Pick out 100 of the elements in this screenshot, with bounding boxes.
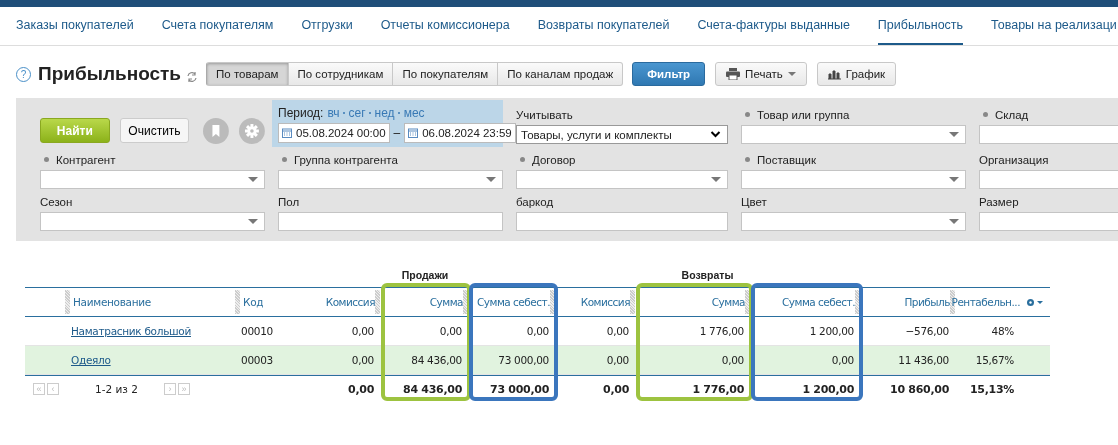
- table-cell: 11 436,00: [898, 354, 949, 366]
- product-link[interactable]: Одеяло: [71, 354, 111, 366]
- field-label: Организация: [979, 153, 1049, 166]
- bar-chart-icon: [827, 68, 841, 80]
- dropdown-field[interactable]: [741, 170, 966, 189]
- caret-icon: [949, 177, 959, 182]
- field-label: Товар или группа: [757, 108, 850, 121]
- total-cell: 1 776,00: [692, 382, 744, 396]
- view-tab[interactable]: По сотрудникам: [288, 62, 394, 86]
- table-cell: 00010: [241, 325, 273, 337]
- column-header[interactable]: Сумма себест.: [781, 296, 855, 308]
- clear-button[interactable]: Очистить: [119, 118, 190, 143]
- dropdown-field[interactable]: [278, 170, 503, 189]
- column-header[interactable]: Прибыль: [904, 296, 950, 308]
- column-resize-handle[interactable]: [235, 290, 240, 314]
- column-resize-handle[interactable]: [745, 290, 750, 314]
- column-resize-handle[interactable]: [855, 290, 860, 314]
- period-dash: –: [393, 126, 401, 140]
- settings-icon[interactable]: [239, 117, 265, 144]
- column-header[interactable]: Код: [243, 296, 264, 308]
- section-tab[interactable]: Счета покупателям: [161, 7, 274, 45]
- bookmark-icon[interactable]: [203, 117, 230, 144]
- total-cell: 84 436,00: [403, 382, 462, 396]
- dropdown-field[interactable]: [40, 170, 265, 189]
- calendar-icon: [282, 128, 292, 138]
- column-resize-handle[interactable]: [375, 290, 380, 314]
- table-cell: 00003: [241, 354, 273, 366]
- select-field[interactable]: Товары, услуги и комплекты: [516, 125, 728, 144]
- section-tab[interactable]: Счета-фактуры выданные: [697, 7, 850, 45]
- column-header[interactable]: Сумма: [711, 296, 745, 308]
- column-resize-handle[interactable]: [463, 290, 468, 314]
- table-cell: 15,67%: [975, 354, 1014, 366]
- column-header[interactable]: Наименование: [73, 296, 151, 308]
- refresh-icon[interactable]: [186, 71, 199, 83]
- column-resize-handle[interactable]: [550, 290, 555, 314]
- column-group-header: Продажи: [400, 269, 450, 281]
- table-cell: 84 436,00: [411, 354, 462, 366]
- caret-icon: [248, 177, 258, 182]
- table-cell: 0,00: [526, 325, 549, 337]
- caret-icon: [248, 219, 258, 224]
- chevron-down-icon: [710, 131, 721, 138]
- dropdown-field[interactable]: [516, 170, 728, 189]
- total-cell: 1 200,00: [802, 382, 854, 396]
- field-label: Размер: [979, 195, 1019, 208]
- table-row[interactable]: Одеяло 00003 0,00 84 436,00 73 000,00 0,00 0,00 0,00 11 436,00 15,67%: [25, 346, 1050, 375]
- table-cell: 0,00: [351, 325, 374, 337]
- column-group-header: Возвраты: [680, 269, 735, 281]
- column-header[interactable]: Комиссия: [325, 296, 375, 308]
- caret-icon: [949, 219, 959, 224]
- table-cell: 1 200,00: [809, 325, 854, 337]
- date-to-field[interactable]: 06.08.2024 23:59: [404, 123, 516, 143]
- print-button[interactable]: Печать: [715, 62, 807, 86]
- field-label: Группа контрагента: [294, 153, 398, 166]
- section-tab[interactable]: Возвраты покупателей: [537, 7, 670, 45]
- column-header[interactable]: Сумма: [429, 296, 463, 308]
- page-title: Прибыльность: [38, 63, 182, 85]
- table-cell: 0,00: [351, 354, 374, 366]
- table-cell: 0,00: [721, 354, 744, 366]
- view-tab[interactable]: По товарам: [206, 62, 289, 86]
- dropdown-field[interactable]: [40, 212, 265, 231]
- section-tab[interactable]: Отчеты комиссионера: [380, 7, 510, 45]
- view-tab[interactable]: По покупателям: [393, 62, 499, 86]
- chart-button[interactable]: График: [816, 62, 897, 86]
- date-from-field[interactable]: 05.08.2024 00:00: [278, 123, 390, 143]
- section-tab[interactable]: Товары на реализаци: [991, 7, 1117, 45]
- filter-button[interactable]: Фильтр: [632, 62, 706, 86]
- input-field[interactable]: [278, 212, 503, 231]
- table-cell: −576,00: [905, 325, 949, 337]
- table-cell: 48%: [991, 325, 1014, 337]
- field-label: Учитывать: [516, 108, 573, 121]
- caret-icon: [711, 177, 721, 182]
- caret-icon: [486, 177, 496, 182]
- field-label: Контрагент: [56, 153, 116, 166]
- column-header[interactable]: Рентабельн...: [951, 296, 1020, 308]
- caret-icon: [949, 132, 959, 137]
- field-label: Договор: [532, 153, 576, 166]
- table-cell: 0,00: [606, 354, 629, 366]
- column-settings-icon[interactable]: [1026, 297, 1044, 307]
- product-link[interactable]: Наматрасник большой: [71, 325, 191, 337]
- column-header[interactable]: Сумма себест.: [476, 296, 550, 308]
- table-cell: 1 776,00: [699, 325, 744, 337]
- help-button[interactable]: ?: [16, 66, 31, 82]
- column-header[interactable]: Комиссия: [580, 296, 630, 308]
- column-resize-handle[interactable]: [65, 290, 70, 314]
- total-cell: 0,00: [603, 382, 629, 396]
- table-cell: 0,00: [831, 354, 854, 366]
- dropdown-field[interactable]: [741, 125, 966, 144]
- column-resize-handle[interactable]: [630, 290, 635, 314]
- view-tab[interactable]: По каналам продаж: [498, 62, 624, 86]
- field-label: Сезон: [40, 195, 73, 208]
- dropdown-field[interactable]: [741, 212, 966, 231]
- calendar-icon: [408, 128, 419, 138]
- total-cell: 0,00: [348, 382, 374, 396]
- table-cell: 0,00: [439, 325, 462, 337]
- section-tab[interactable]: Отгрузки: [301, 7, 353, 45]
- section-tab[interactable]: Заказы покупателей: [16, 7, 134, 45]
- section-tab[interactable]: Прибыльность: [877, 7, 964, 45]
- input-field[interactable]: [516, 212, 728, 231]
- field-label: Пол: [278, 195, 300, 208]
- period-label: Период:: [278, 106, 324, 120]
